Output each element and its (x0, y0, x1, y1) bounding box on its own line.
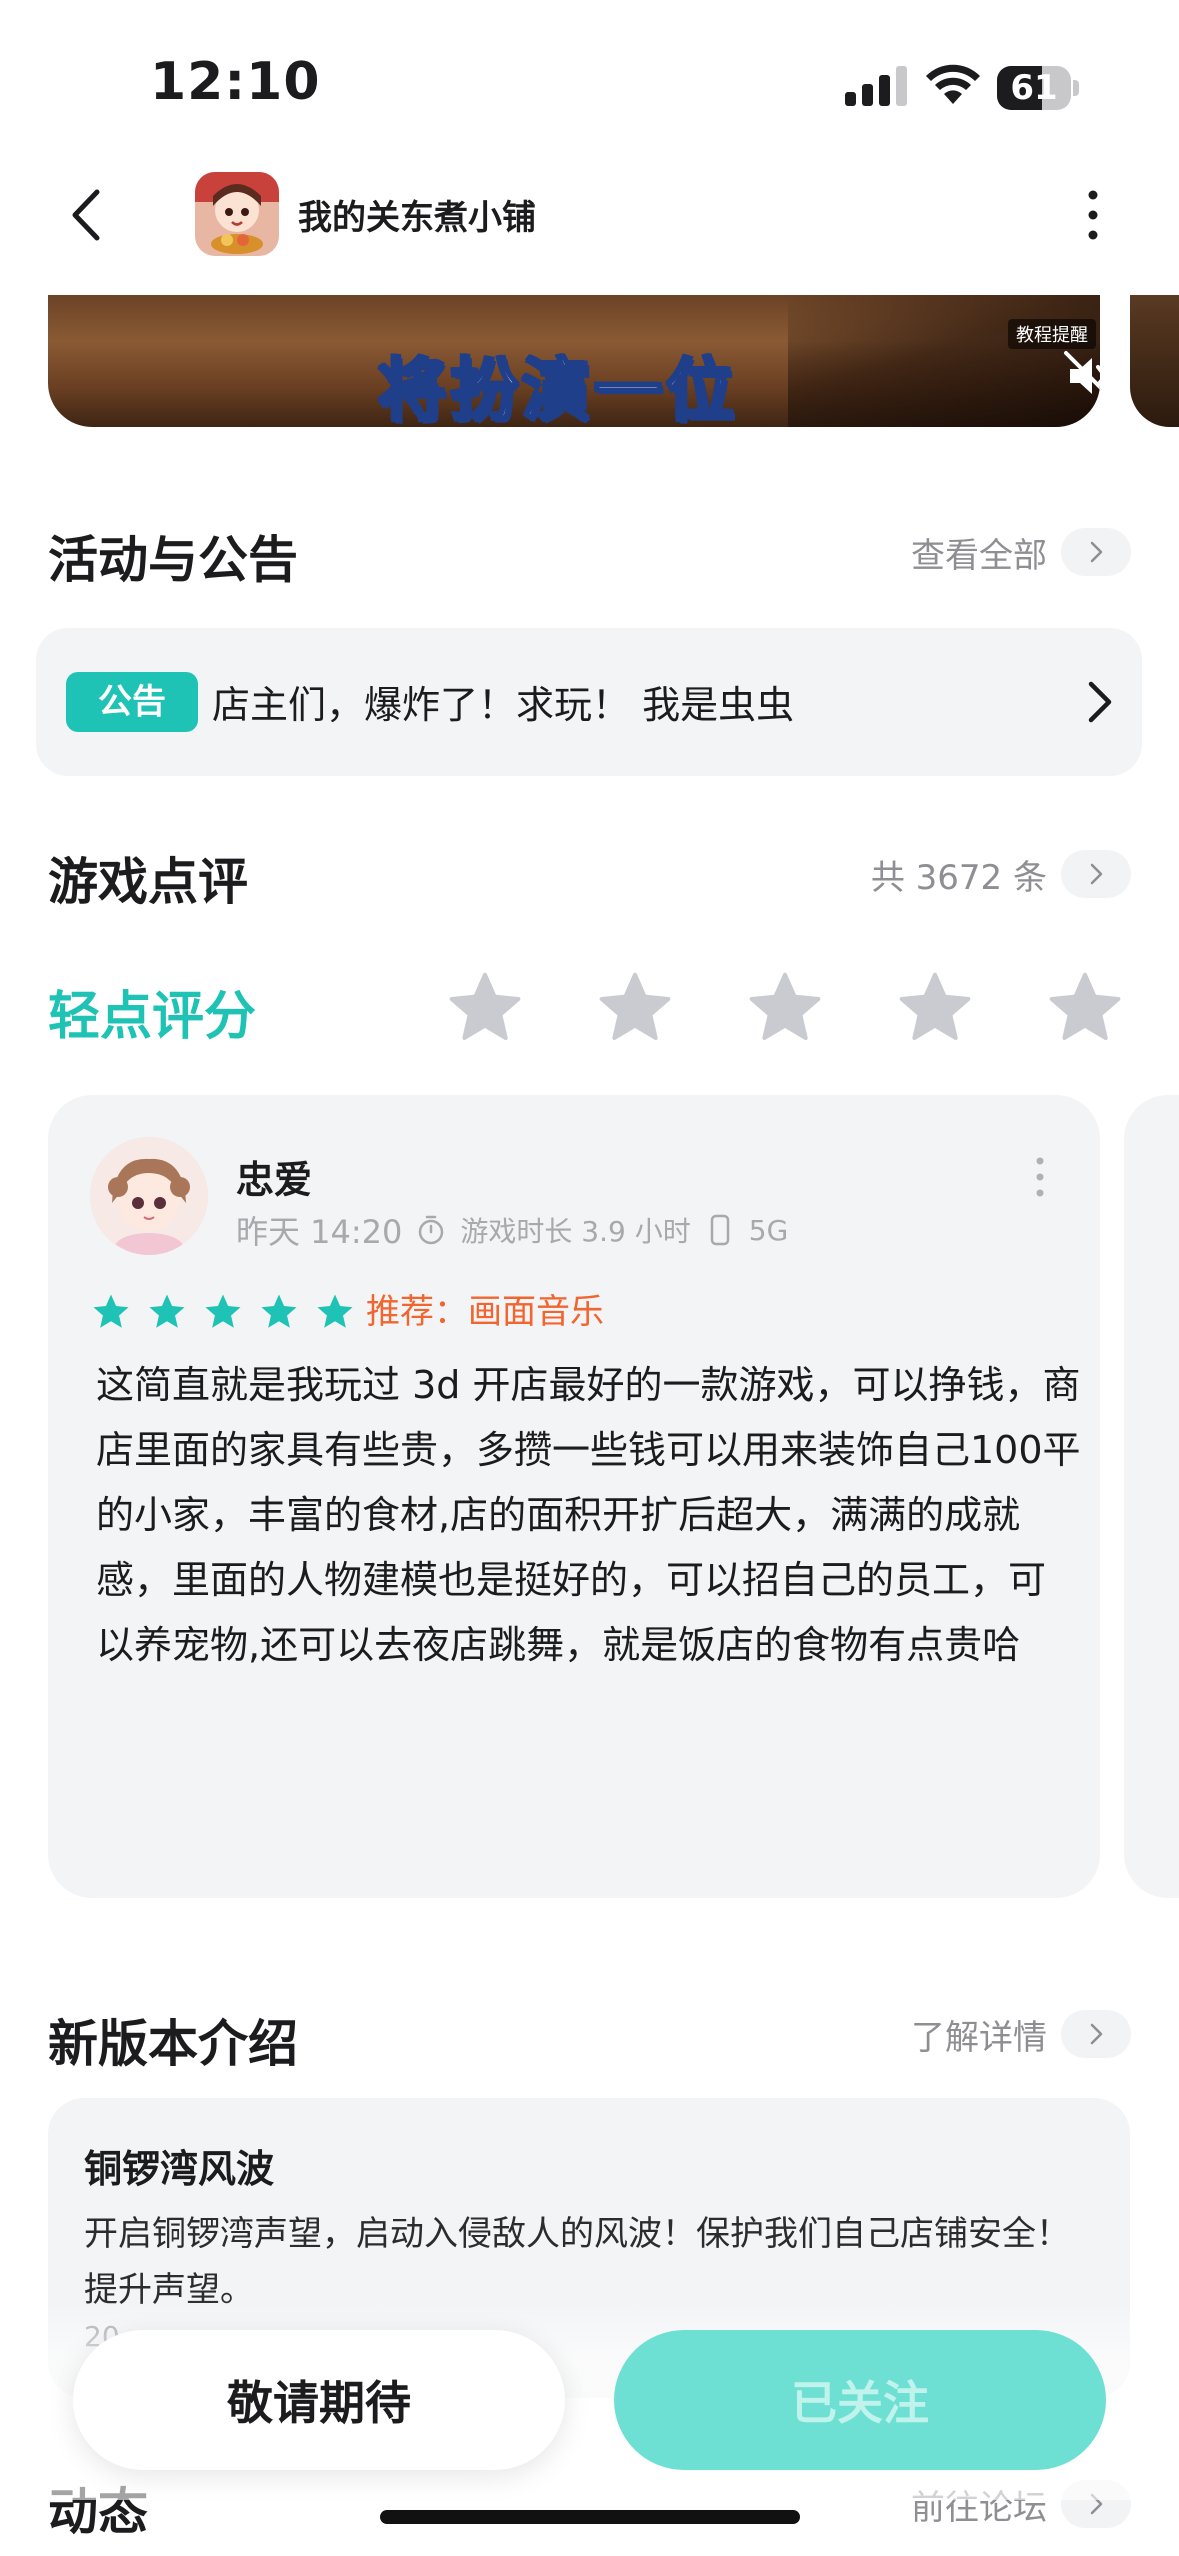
review-more-icon[interactable] (1033, 1153, 1047, 1201)
rate-star-4-icon[interactable] (895, 968, 975, 1048)
version-card-title: 铜锣湾风波 (84, 2147, 275, 2191)
cellular-signal-icon (845, 66, 907, 106)
rate-star-5-icon[interactable] (1045, 968, 1125, 1048)
back-button[interactable] (55, 180, 125, 250)
star-filled-icon (261, 1294, 297, 1328)
phone-icon (710, 1214, 729, 1246)
version-details-label: 了解详情 (911, 2017, 1047, 2058)
chevron-right-icon (1061, 850, 1131, 898)
view-all-activities-link[interactable]: 查看全部 (911, 528, 1131, 576)
rate-star-1-icon[interactable] (445, 968, 525, 1048)
battery-icon: 61 (997, 66, 1079, 110)
battery-level: 61 (1010, 68, 1058, 108)
tap-to-rate-label: 轻点评分 (48, 987, 257, 1047)
announcement-text: 店主们，爆炸了！求玩！ 我是虫虫 (212, 683, 795, 727)
review-count-link[interactable]: 共 3672 条 (871, 850, 1131, 898)
coming-soon-button[interactable]: 敬请期待 (73, 2330, 565, 2470)
chevron-right-icon (1061, 2010, 1131, 2058)
banner-caption: 将扮演一位 (376, 351, 739, 428)
review-card[interactable]: 忠爱 昨天 14:20 游戏时长 3.9 小时 5G 推荐：画面音乐 这简直就是… (48, 1095, 1100, 1898)
wifi-icon (926, 64, 980, 104)
star-filled-icon (93, 1294, 129, 1328)
chevron-right-icon (1088, 681, 1112, 723)
more-options-button[interactable] (1075, 185, 1111, 245)
rate-star-3-icon[interactable] (745, 968, 825, 1048)
device-label: 5G (748, 1213, 789, 1247)
nav-bar: 我的关东煮小铺 (0, 160, 1179, 270)
view-all-label: 查看全部 (911, 535, 1047, 576)
star-filled-icon (317, 1294, 353, 1328)
announcement-badge: 公告 (66, 672, 198, 732)
avatar[interactable] (90, 1137, 208, 1255)
video-banner[interactable]: 将扮演一位 教程提醒 (48, 295, 1100, 427)
recommend-tags: 推荐：画面音乐 (366, 1292, 604, 1332)
next-review-card-preview[interactable] (1124, 1095, 1179, 1898)
app-icon (195, 172, 279, 256)
review-stars (90, 1291, 356, 1333)
chevron-right-icon (1061, 528, 1131, 576)
star-filled-icon (205, 1294, 241, 1328)
reviewer-name[interactable]: 忠爱 (236, 1149, 312, 1204)
review-count: 共 3672 条 (870, 857, 1047, 898)
version-details-link[interactable]: 了解详情 (911, 2010, 1131, 2058)
mute-icon[interactable] (1058, 345, 1100, 407)
status-time: 12:10 (150, 52, 321, 112)
timer-icon (419, 1215, 444, 1245)
section-title-version: 新版本介绍 (48, 2015, 298, 2073)
home-indicator[interactable] (380, 2510, 800, 2524)
announcement-row[interactable]: 公告 店主们，爆炸了！求玩！ 我是虫虫 (36, 628, 1142, 776)
play-time: 游戏时长 3.9 小时 (460, 1215, 691, 1248)
next-banner-preview[interactable] (1130, 295, 1179, 427)
section-title-activities: 活动与公告 (48, 531, 298, 589)
review-body: 这简直就是我玩过 3d 开店最好的一款游戏，可以挣钱，商店里面的家具有些贵，多攒… (96, 1363, 1081, 1667)
star-filled-icon (149, 1294, 185, 1328)
review-time: 昨天 14:20 (236, 1213, 403, 1251)
status-bar: 12:10 61 (0, 0, 1179, 150)
page-title: 我的关东煮小铺 (298, 198, 536, 238)
rate-star-2-icon[interactable] (595, 968, 675, 1048)
rating-stars (445, 968, 1125, 1048)
section-title-reviews: 游戏点评 (48, 853, 248, 911)
review-meta: 昨天 14:20 游戏时长 3.9 小时 5G (236, 1207, 788, 1253)
followed-button[interactable]: 已关注 (614, 2330, 1106, 2470)
